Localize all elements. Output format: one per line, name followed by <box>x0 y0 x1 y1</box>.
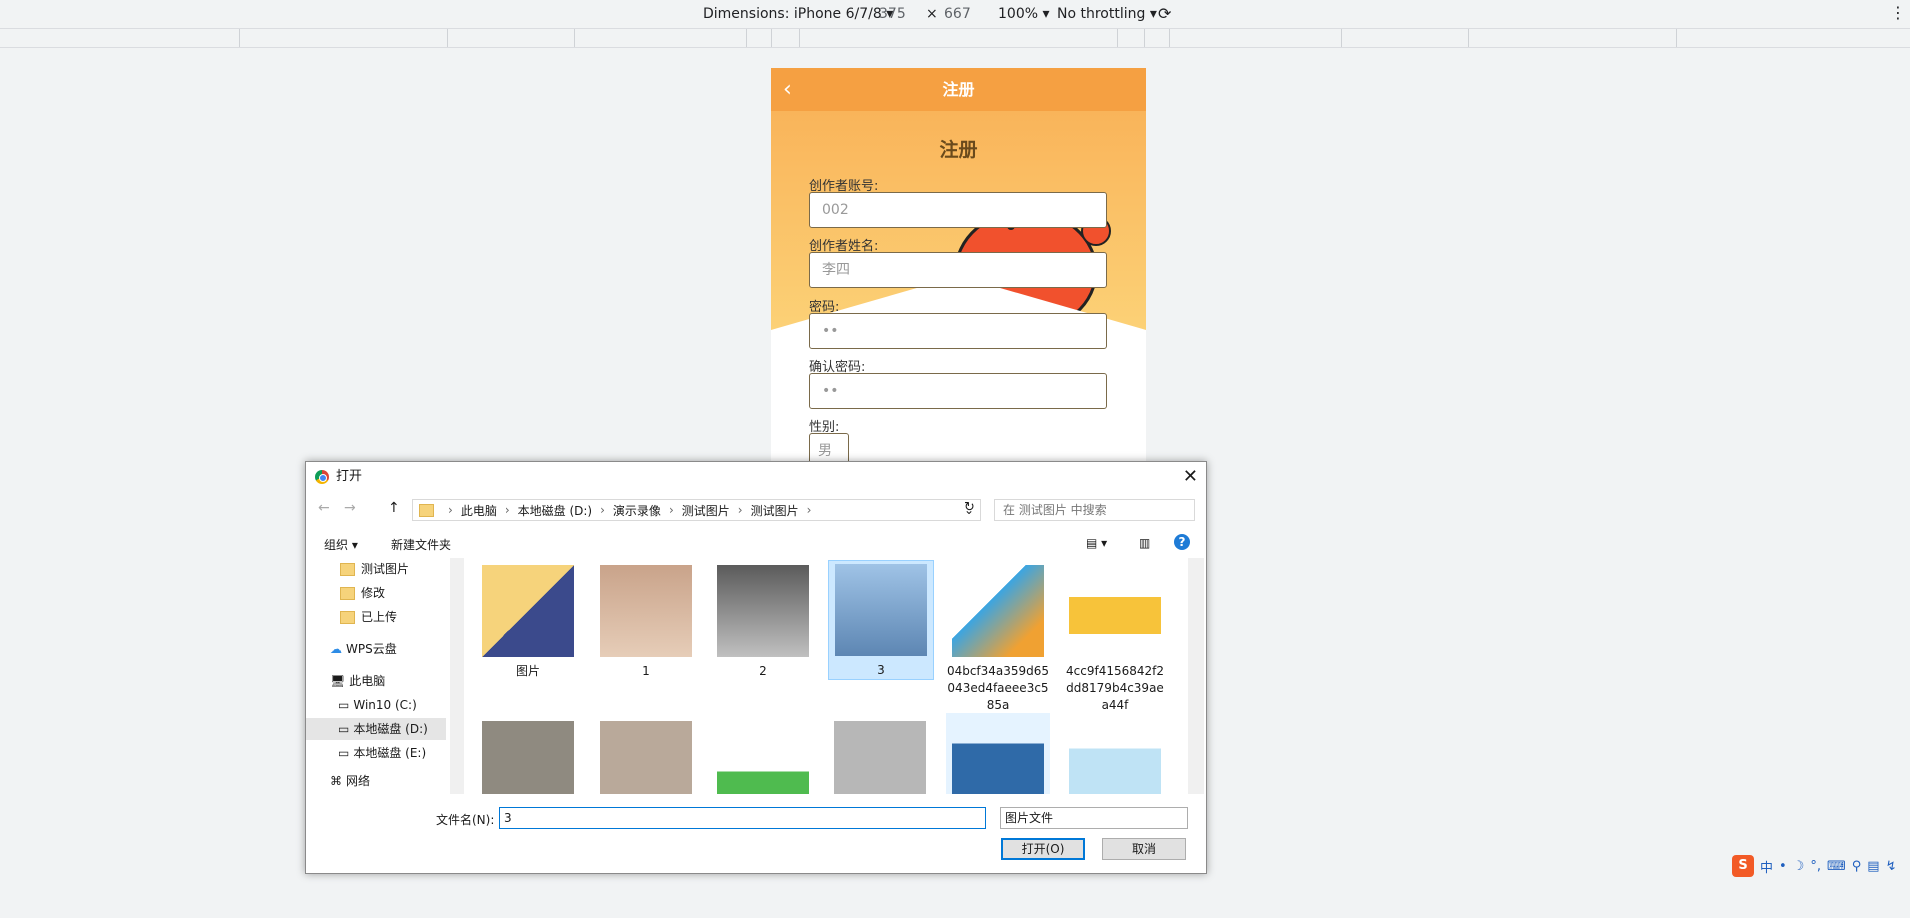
image-thumbnail <box>952 716 1044 794</box>
breadcrumb-item[interactable]: 此电脑 <box>461 502 497 519</box>
ime-toolbar: S 中 • ☽ °, ⌨ ⚲ ▤ ↯ <box>1732 855 1897 877</box>
filename-label: 文件名(N): <box>436 813 495 827</box>
file-tile[interactable]: 3 <box>828 560 934 680</box>
drive-icon: ▭ <box>338 722 350 736</box>
forward-arrow-icon[interactable]: → <box>344 500 356 516</box>
image-thumbnail <box>482 721 574 794</box>
image-thumbnail <box>952 565 1044 657</box>
back-arrow-icon[interactable]: ← <box>318 500 330 516</box>
file-tile[interactable] <box>711 718 815 794</box>
breadcrumb-item[interactable]: 测试图片 <box>751 502 799 519</box>
refresh-icon[interactable]: ↻ <box>964 500 975 515</box>
gender-select[interactable]: 男 <box>809 433 849 463</box>
media-query-ruler <box>0 29 1910 48</box>
tree-item[interactable]: ▭ Win10 (C:) <box>338 694 417 716</box>
close-icon[interactable]: ✕ <box>1183 462 1198 492</box>
pc-icon: 🖥 <box>330 674 346 688</box>
ime-item[interactable]: • <box>1779 859 1787 874</box>
folder-thumbnail <box>482 565 574 657</box>
page-heading: 注册 <box>939 139 978 161</box>
times-sign: × <box>926 6 938 22</box>
drive-icon: ▭ <box>338 698 350 712</box>
drive-icon: ▭ <box>338 746 350 760</box>
filetype-select[interactable]: 图片文件 <box>1000 807 1188 829</box>
account-input[interactable]: 002 <box>809 192 1107 228</box>
cancel-button[interactable]: 取消 <box>1102 838 1186 860</box>
file-tile[interactable]: 1 <box>594 562 698 680</box>
kebab-icon[interactable]: ⋮ <box>1890 3 1906 22</box>
tree-item[interactable]: ☁ WPS云盘 <box>330 638 397 660</box>
zoom-select[interactable]: 100% ▾ <box>998 6 1050 22</box>
password-input[interactable]: •• <box>809 313 1107 349</box>
rotate-icon[interactable]: ⟳ <box>1158 4 1171 23</box>
tree-item[interactable]: ⌘ 网络 <box>330 770 370 792</box>
tree-item[interactable]: 修改 <box>340 582 385 604</box>
filename-input[interactable]: 3 <box>499 807 986 829</box>
image-thumbnail <box>717 721 809 794</box>
dialog-title: 打开 <box>336 469 363 484</box>
breadcrumb-item[interactable]: 本地磁盘 (D:) <box>518 502 592 519</box>
nav-bar: ‹ 注册 <box>771 68 1146 111</box>
file-tile[interactable]: 2 <box>711 562 815 680</box>
sogou-logo-icon[interactable]: S <box>1732 855 1754 877</box>
file-grid: 图片 1 2 3 04bcf34a359d65043ed4faeee3c585a… <box>456 558 1176 794</box>
height-input[interactable]: 667 <box>944 6 971 22</box>
image-thumbnail <box>835 564 927 656</box>
ime-item[interactable]: 中 <box>1760 857 1773 876</box>
up-arrow-icon[interactable]: ↑ <box>388 500 400 516</box>
files-scrollbar[interactable] <box>1188 558 1204 794</box>
tree-item[interactable]: 测试图片 <box>340 558 409 580</box>
file-tile[interactable] <box>828 718 932 794</box>
keyboard-icon[interactable]: ⌨ <box>1827 859 1846 874</box>
file-open-dialog: 打开 ✕ ← → ↑ › 此电脑 › 本地磁盘 (D:) › 演示录像 › 测试图片 ›… <box>305 461 1207 874</box>
image-thumbnail <box>600 565 692 657</box>
navigation-tree: 测试图片 修改 已上传 ☁ WPS云盘 🖥 此电脑 ▭ Win10 (C:) ▭ 本地磁… <box>306 558 450 794</box>
devtools-toolbar: Dimensions: iPhone 6/7/8 ▾ 375 × 667 100… <box>0 0 1910 29</box>
tree-item[interactable]: 已上传 <box>340 606 397 628</box>
file-tile[interactable]: 图片 <box>476 562 580 680</box>
search-input[interactable]: 在 测试图片 中搜索 <box>994 499 1195 521</box>
confirm-password-input[interactable]: •• <box>809 373 1107 409</box>
name-input[interactable]: 李四 <box>809 252 1107 288</box>
ime-item[interactable]: ↯ <box>1886 859 1897 874</box>
ime-item[interactable]: °, <box>1810 859 1821 874</box>
organize-menu[interactable]: 组织 ▾ <box>324 536 358 553</box>
chrome-icon <box>315 470 329 484</box>
image-thumbnail <box>717 565 809 657</box>
image-thumbnail <box>600 721 692 794</box>
breadcrumb-item[interactable]: 演示录像 <box>613 502 661 519</box>
device-selector[interactable]: Dimensions: iPhone 6/7/8 ▾ <box>703 6 893 22</box>
image-thumbnail <box>1069 721 1161 794</box>
ime-item[interactable]: ⚲ <box>1852 859 1862 874</box>
file-tile[interactable] <box>476 718 580 794</box>
network-icon: ⌘ <box>330 774 342 788</box>
file-tile[interactable]: 04bcf34a359d65043ed4faeee3c585a <box>946 562 1050 714</box>
tree-item[interactable]: ▭ 本地磁盘 (E:) <box>338 742 426 764</box>
image-thumbnail <box>1069 565 1161 657</box>
help-icon[interactable]: ? <box>1174 534 1190 550</box>
file-tile[interactable] <box>1063 718 1167 794</box>
breadcrumb-item[interactable]: 测试图片 <box>682 502 730 519</box>
dialog-titlebar: 打开 ✕ <box>306 462 1206 492</box>
cloud-icon: ☁ <box>330 642 342 656</box>
view-options-icon[interactable]: ▤ ▾ <box>1086 536 1107 550</box>
file-tile[interactable]: 4cc9f4156842f2dd8179b4c39aea44f <box>1063 562 1167 714</box>
ime-item[interactable]: ▤ <box>1867 859 1879 874</box>
preview-pane-icon[interactable]: ▥ <box>1139 536 1150 550</box>
back-icon[interactable]: ‹ <box>783 68 792 111</box>
image-thumbnail <box>834 721 926 794</box>
throttling-select[interactable]: No throttling ▾ <box>1057 6 1157 22</box>
folder-icon <box>419 503 434 517</box>
nav-title: 注册 <box>942 80 975 99</box>
ime-item[interactable]: ☽ <box>1793 859 1805 874</box>
phone-viewport: ‹ 注册 注册 创作者账号: 002 创作者姓名: 李四 密码: •• 确认密码… <box>771 68 1146 463</box>
file-tile[interactable] <box>946 713 1050 794</box>
open-button[interactable]: 打开(O) <box>1001 838 1085 860</box>
tree-item[interactable]: 🖥 此电脑 <box>330 670 385 692</box>
new-folder-button[interactable]: 新建文件夹 <box>391 536 451 553</box>
width-input[interactable]: 375 <box>879 6 906 22</box>
address-bar[interactable]: › 此电脑 › 本地磁盘 (D:) › 演示录像 › 测试图片 › 测试图片 › ⌄ <box>412 499 981 521</box>
file-tile[interactable] <box>594 718 698 794</box>
tree-item[interactable]: ▭ 本地磁盘 (D:) <box>306 718 446 740</box>
